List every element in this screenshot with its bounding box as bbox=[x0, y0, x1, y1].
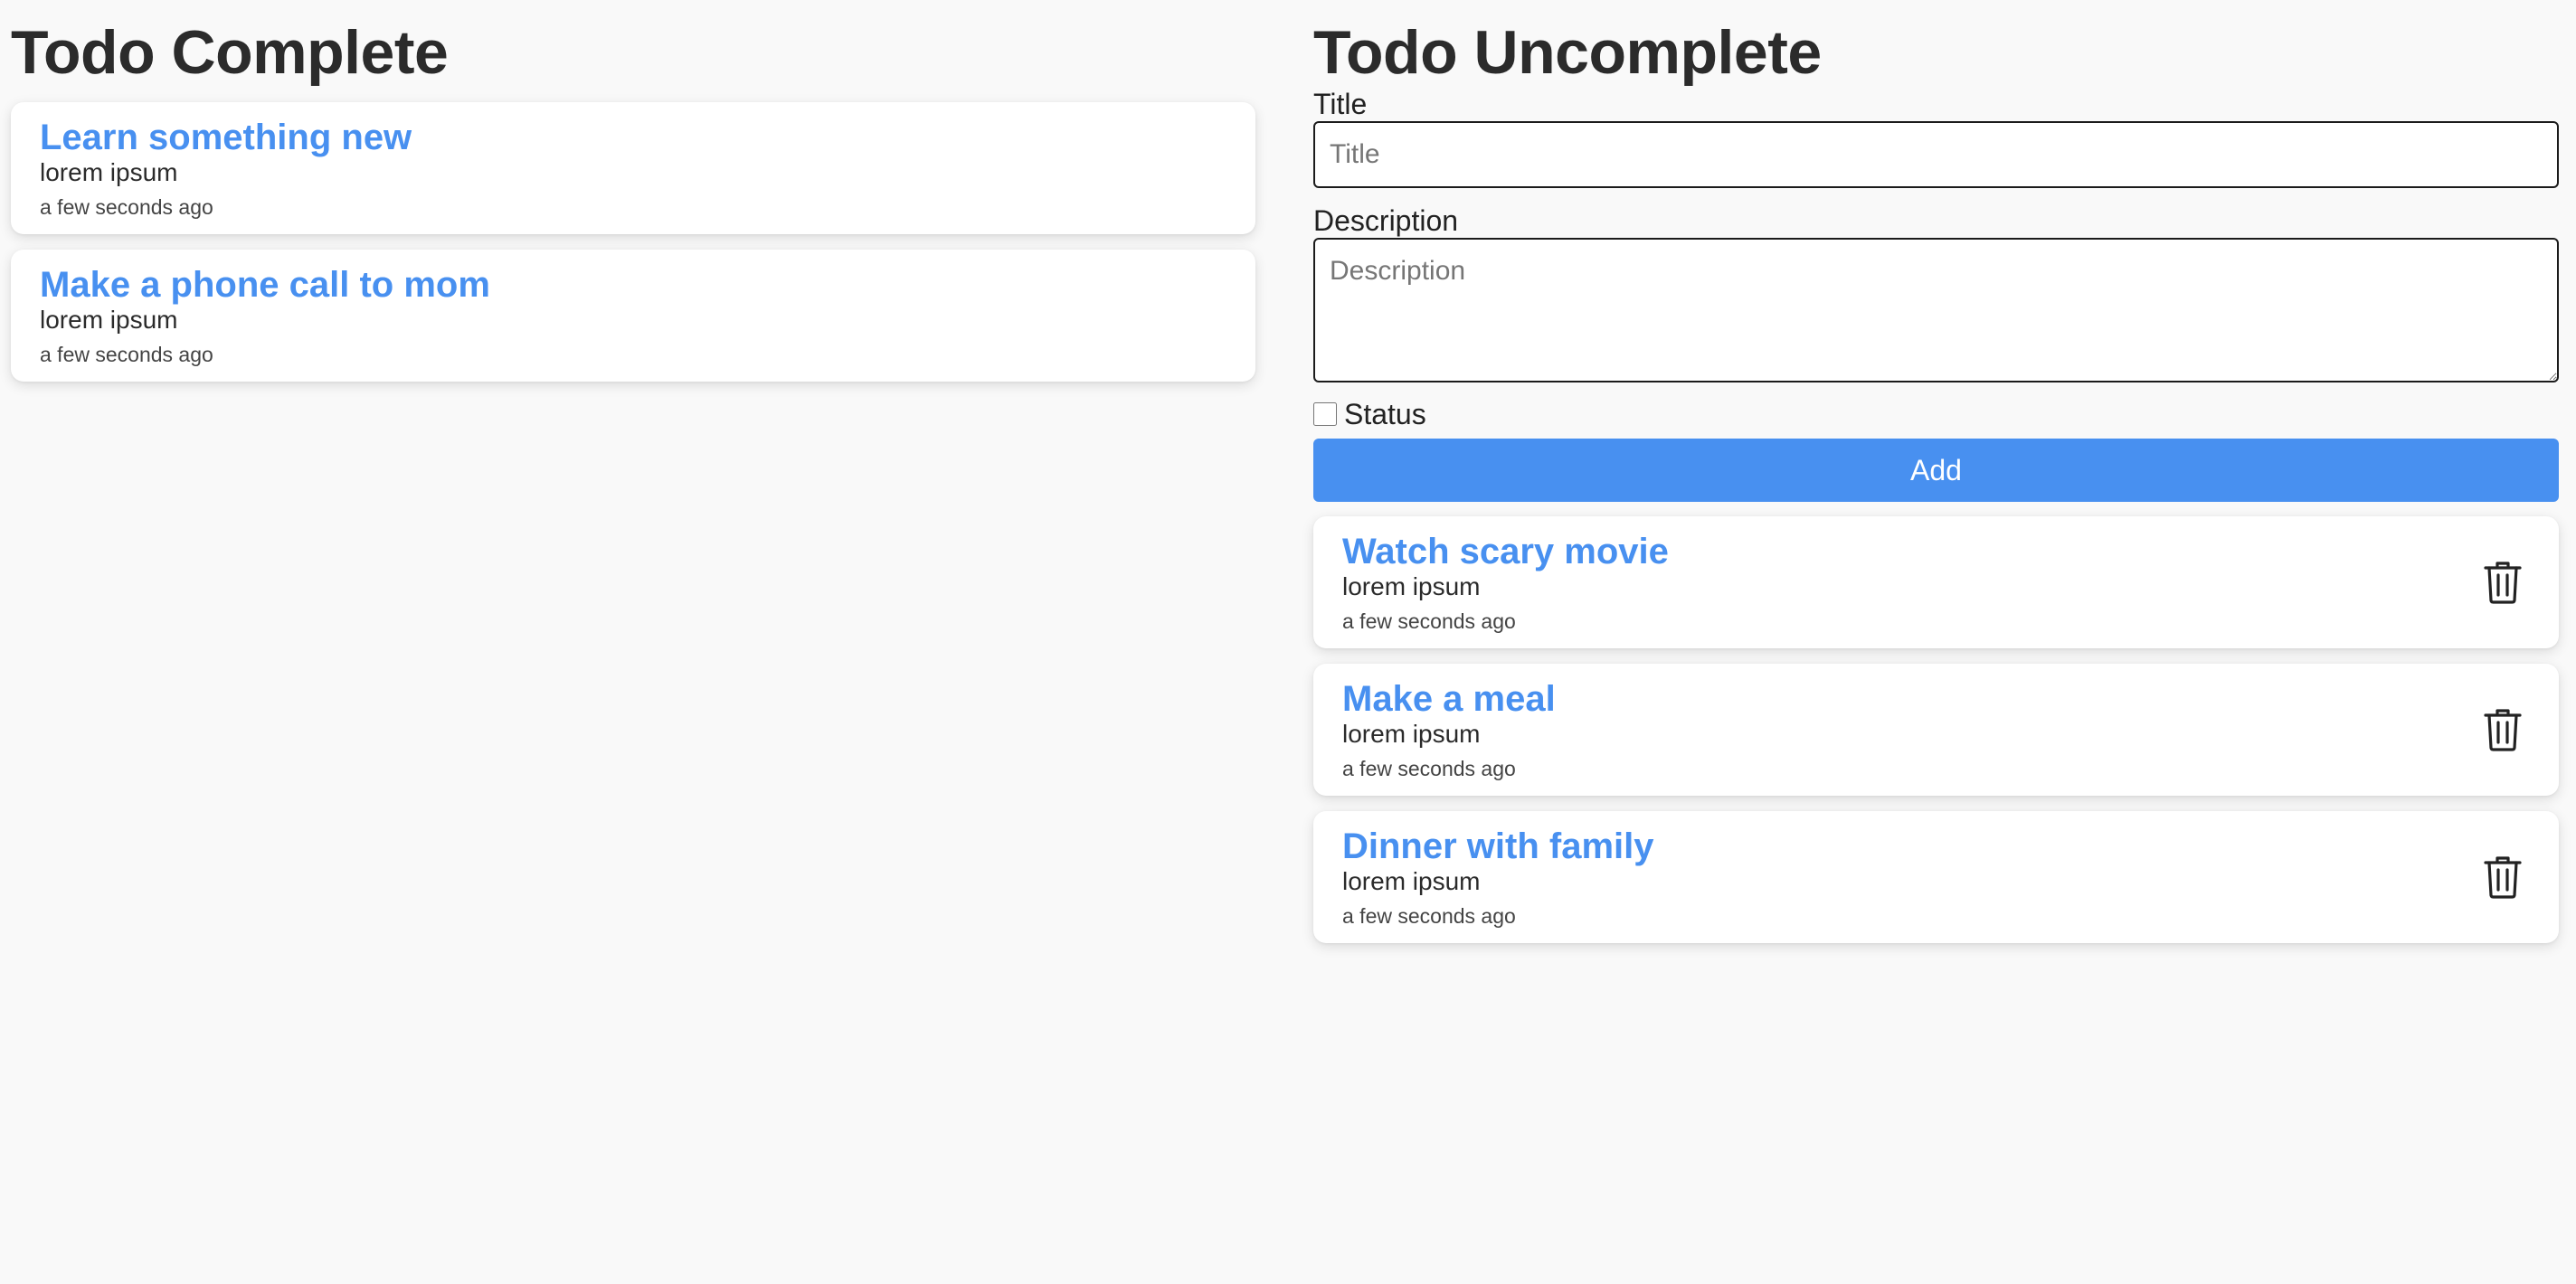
todo-description: lorem ipsum bbox=[40, 158, 178, 186]
todo-timestamp: a few seconds ago bbox=[1342, 904, 1516, 928]
todo-timestamp: a few seconds ago bbox=[1342, 609, 1516, 633]
add-button[interactable]: Add bbox=[1313, 439, 2559, 502]
todo-card[interactable]: Learn something new lorem ipsum a few se… bbox=[11, 102, 1255, 234]
title-input[interactable] bbox=[1313, 121, 2559, 188]
status-checkbox[interactable] bbox=[1313, 402, 1337, 426]
todo-description: lorem ipsum bbox=[40, 306, 178, 334]
todo-card[interactable]: Dinner with family lorem ipsum a few sec… bbox=[1313, 811, 2559, 943]
trash-icon[interactable] bbox=[2483, 561, 2523, 604]
trash-icon[interactable] bbox=[2483, 708, 2523, 751]
todo-timestamp: a few seconds ago bbox=[40, 343, 213, 366]
todo-title: Make a phone call to mom bbox=[40, 265, 490, 305]
uncompleted-heading: Todo Uncomplete bbox=[1313, 18, 1822, 87]
todo-card[interactable]: Make a meal lorem ipsum a few seconds ag… bbox=[1313, 664, 2559, 796]
uncompleted-list: Watch scary movie lorem ipsum a few seco… bbox=[1313, 516, 2559, 958]
status-row: Status bbox=[1313, 398, 1426, 430]
todo-card[interactable]: Watch scary movie lorem ipsum a few seco… bbox=[1313, 516, 2559, 648]
todo-card[interactable]: Make a phone call to mom lorem ipsum a f… bbox=[11, 250, 1255, 382]
todo-title: Learn something new bbox=[40, 118, 412, 157]
title-field-label: Title bbox=[1313, 88, 1368, 120]
todo-description: lorem ipsum bbox=[1342, 572, 1481, 600]
trash-icon[interactable] bbox=[2483, 855, 2523, 899]
completed-heading: Todo Complete bbox=[11, 18, 449, 87]
status-label[interactable]: Status bbox=[1344, 400, 1426, 429]
completed-list: Learn something new lorem ipsum a few se… bbox=[11, 102, 1255, 397]
todo-title: Make a meal bbox=[1342, 679, 1556, 719]
todo-description: lorem ipsum bbox=[1342, 867, 1481, 895]
todo-timestamp: a few seconds ago bbox=[1342, 757, 1516, 780]
description-field-label: Description bbox=[1313, 204, 1459, 237]
todo-description: lorem ipsum bbox=[1342, 720, 1481, 748]
description-input[interactable] bbox=[1313, 238, 2559, 382]
todo-title: Dinner with family bbox=[1342, 826, 1654, 866]
todo-timestamp: a few seconds ago bbox=[40, 195, 213, 219]
todo-app: Todo Complete Learn something new lorem … bbox=[0, 0, 2576, 1284]
todo-title: Watch scary movie bbox=[1342, 532, 1669, 571]
